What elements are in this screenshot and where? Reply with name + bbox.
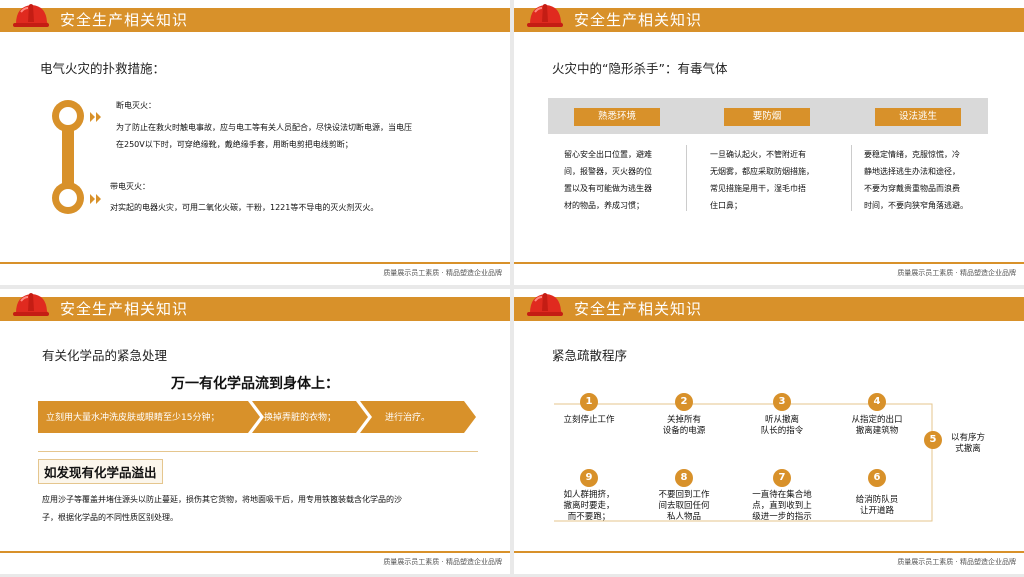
col-line: 常见措施是用干，湿毛巾捂 [710, 184, 806, 193]
header-title: 安全生产相关知识 [60, 11, 189, 29]
step-label: 关掉所有 设备的电源 [662, 415, 706, 436]
item-text: 在250V以下时，可穿绝缘靴，戴绝缘手套，用断电剪把电线剪断； [116, 140, 353, 149]
header-bar: 安全生产相关知识 [514, 8, 1024, 32]
arrow-step-label: 立刻用大量水冲洗皮肤或眼睛至少15分钟； [46, 413, 220, 423]
col-line: 留心安全出口位置，避难 [564, 150, 652, 159]
footer-line [0, 551, 510, 553]
item-text: 对实起的电器火灾，可用二氧化火碳，干粉，1221等不导电的灭火剂灭火。 [110, 203, 379, 212]
slide-evacuation: 安全生产相关知识 紧急疏散程序 1 立刻停止工作 2 关掉所有 设备的电源 3 听… [514, 289, 1024, 574]
hard-hat-icon [13, 293, 49, 316]
slide-chemicals: 安全生产相关知识 有关化学品的紧急处理 万一有化学品流到身体上： 立刻用大量水冲… [0, 289, 510, 574]
slide-electrical-fire: 安全生产相关知识 电气火灾的扑救措施： 断电灭火： 为了防止在救火时触电事故，应… [0, 0, 510, 285]
step-label: 从指定的出口 撤离建筑物 [851, 415, 903, 436]
divider [686, 145, 687, 211]
col-line: 时间，不要向狭窄角落逃避。 [864, 201, 968, 210]
step-number: 8 [675, 469, 693, 487]
step-number: 9 [580, 469, 598, 487]
tab-label: 要防烟 [724, 108, 810, 126]
step-number: 7 [773, 469, 791, 487]
step-label: 如人群拥挤， 撤离时要走， 而不要跑； [563, 490, 615, 522]
box-title: 如发现有化学品溢出 [38, 459, 163, 484]
step-label: 给消防队员 让开道路 [855, 495, 899, 516]
col-line: 不要为穿戴贵重物品而浪费 [864, 184, 960, 193]
footer-text: 质量展示员工素质 · 精品塑造企业品牌 [897, 269, 1016, 277]
header-title: 安全生产相关知识 [574, 11, 703, 29]
hard-hat-icon [13, 4, 49, 27]
header-bar: 安全生产相关知识 [0, 297, 510, 321]
text-column: 要稳定情绪，克服惊慌，冷 静地选择逃生办法和途径， 不要为穿戴贵重物品而浪费 时… [864, 146, 1014, 214]
item-title: 断电灭火： [116, 101, 156, 110]
step-label: 一直待在集合地 点，直到收到上 级进一步的指示 [752, 490, 812, 522]
step-number: 3 [773, 393, 791, 411]
col-line: 静地选择逃生办法和途径， [864, 167, 960, 176]
chain-link-icon [52, 100, 84, 214]
hard-hat-icon [527, 4, 563, 27]
col-line: 间，报警器，灭火器的位 [564, 167, 652, 176]
item-title: 带电灭火： [110, 182, 150, 191]
footer-line [0, 262, 510, 264]
footer-text: 质量展示员工素质 · 精品塑造企业品牌 [897, 558, 1016, 566]
header-title: 安全生产相关知识 [60, 300, 189, 318]
divider [851, 145, 852, 211]
tab-label: 熟悉环境 [574, 108, 660, 126]
step-number: 1 [580, 393, 598, 411]
step-label: 以有序方 式撤离 [950, 433, 985, 454]
col-line: 无烟雾，都应采取防烟措施， [710, 167, 814, 176]
double-arrow-icon [90, 194, 101, 204]
footer-line [514, 262, 1024, 264]
text-column: 一旦确认起火，不管附近有 无烟雾，都应采取防烟措施， 常见措施是用干，湿毛巾捂 … [710, 146, 850, 214]
step-label: 立刻停止工作 [563, 415, 615, 425]
step-number: 2 [675, 393, 693, 411]
heading: 万一有化学品流到身体上： [171, 376, 339, 392]
step-number: 6 [868, 469, 886, 487]
tab-label: 设法逃生 [875, 108, 961, 126]
col-line: 住口鼻； [710, 201, 742, 210]
col-line: 置以及有可能做为逃生器 [564, 184, 652, 193]
footer-line [514, 551, 1024, 553]
body-text: 应用沙子等覆盖并堵住源头以防止蔓延，损伤其它货物，将地面吸干后，用专用铁篦装载含… [42, 495, 402, 504]
slide-toxic-gas: 安全生产相关知识 火灾中的“隐形杀手”：有毒气体 熟悉环境 要防烟 设法逃生 留… [514, 0, 1024, 285]
header-bar: 安全生产相关知识 [0, 8, 510, 32]
item-text: 为了防止在救火时触电事故，应与电工等有关人员配合，尽快设法切断电源，当电压 [116, 123, 412, 132]
col-line: 材的物品，养成习惯； [564, 201, 644, 210]
arrow-step-label: 进行治疗。 [385, 413, 431, 423]
step-label: 听从撤离 队长的指令 [760, 415, 804, 436]
slide-subtitle: 有关化学品的紧急处理 [42, 348, 168, 363]
step-number: 4 [868, 393, 886, 411]
divider [38, 451, 478, 452]
text-column: 留心安全出口位置，避难 间，报警器，灭火器的位 置以及有可能做为逃生器 材的物品… [564, 146, 686, 214]
arrow-step-label: 换掉弄脏的衣物； [264, 413, 337, 423]
step-label: 不要回到工作 间去取回任何 私人物品 [658, 490, 710, 522]
body-text: 子，根据化学品的不同性质区别处理。 [42, 513, 178, 522]
col-line: 一旦确认起火，不管附近有 [710, 150, 806, 159]
slide-subtitle: 火灾中的“隐形杀手”：有毒气体 [552, 61, 728, 76]
col-line: 要稳定情绪，克服惊慌，冷 [864, 150, 960, 159]
double-arrow-icon [90, 112, 101, 122]
slide-subtitle: 电气火灾的扑救措施： [40, 61, 166, 76]
footer-text: 质量展示员工素质 · 精品塑造企业品牌 [383, 269, 502, 277]
footer-text: 质量展示员工素质 · 精品塑造企业品牌 [383, 558, 502, 566]
